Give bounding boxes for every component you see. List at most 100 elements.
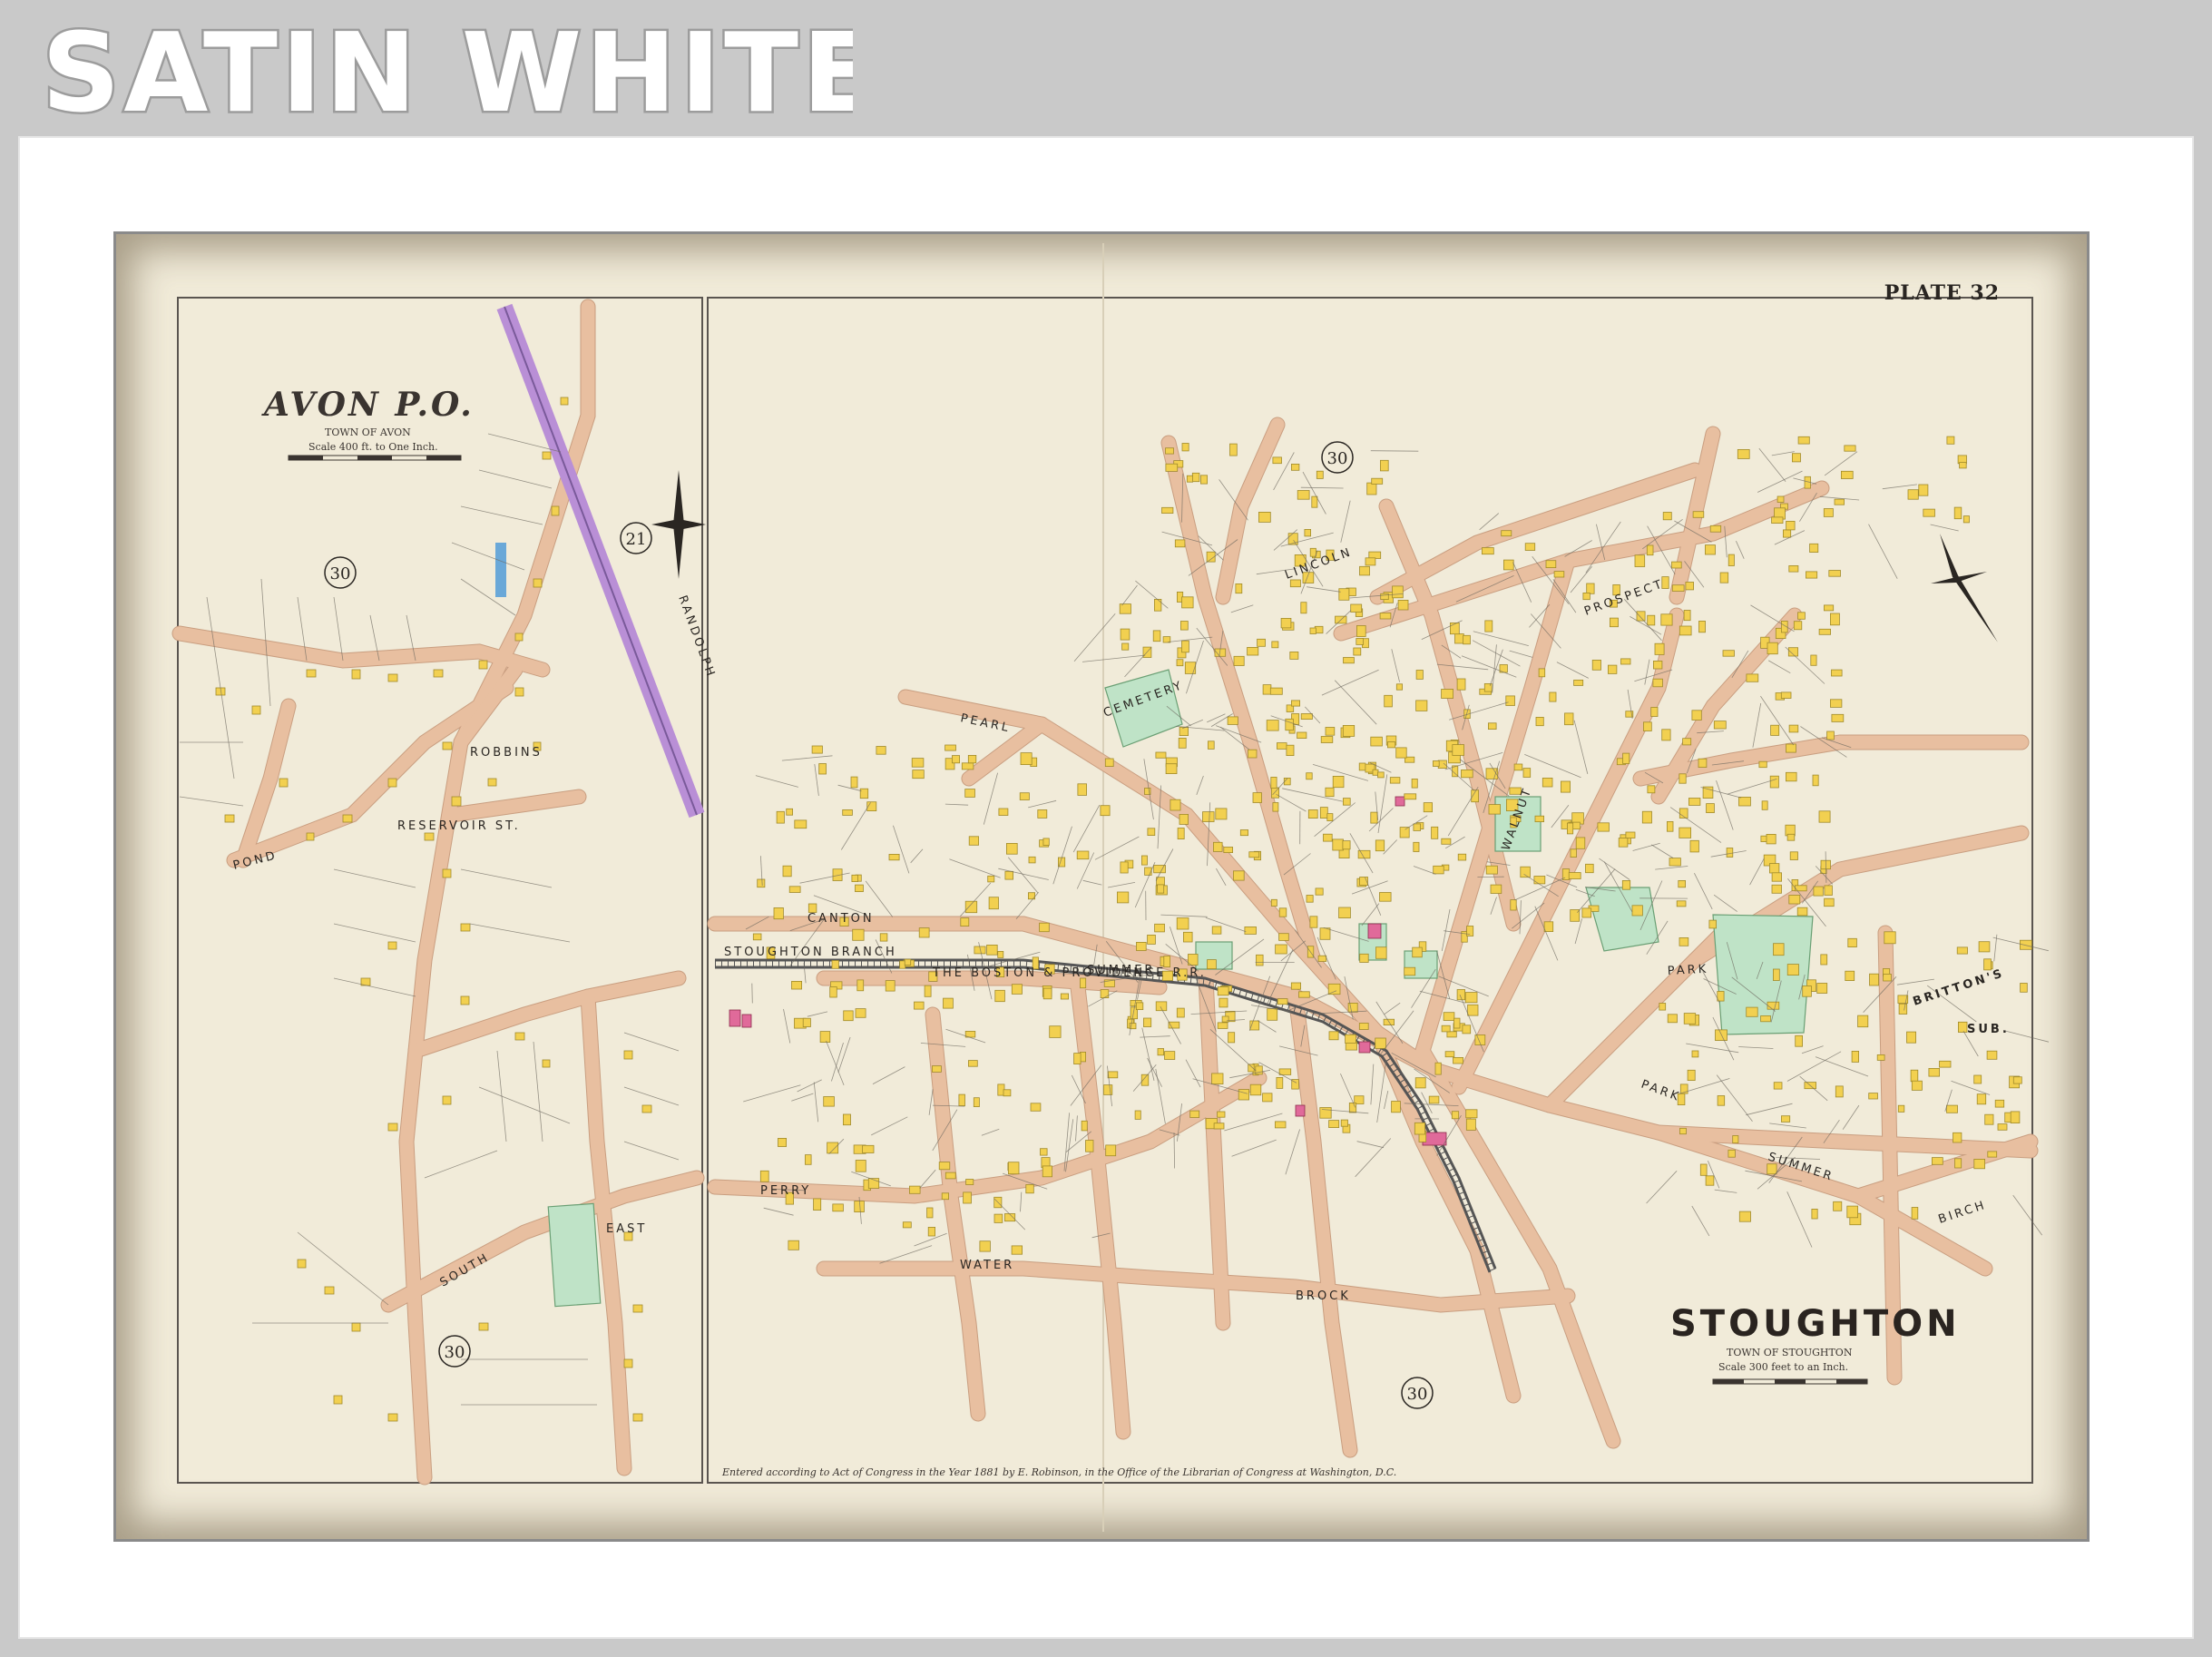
building-marker [827, 1142, 839, 1154]
lot-line [1771, 451, 1795, 456]
lot-line [1785, 646, 1825, 684]
building-marker [997, 951, 1004, 958]
building-marker [1147, 935, 1156, 945]
building-marker [1653, 660, 1663, 670]
lot-line [791, 1093, 814, 1102]
banner-logo: SATIN WHITE [40, 9, 879, 140]
building-marker [1252, 792, 1262, 803]
building-marker [1076, 850, 1090, 860]
building-marker [1831, 713, 1845, 722]
building-marker [888, 854, 900, 861]
building-marker [1285, 718, 1294, 731]
building-marker [1037, 809, 1048, 819]
building-marker [1671, 584, 1685, 592]
building-marker [1258, 511, 1271, 523]
building-marker [1211, 926, 1222, 935]
building-marker [1270, 898, 1277, 907]
building-marker [1911, 1207, 1919, 1220]
building-marker [1561, 780, 1571, 793]
lot-line [1257, 1020, 1277, 1033]
lot-line [1691, 1205, 1710, 1237]
building-marker [1358, 762, 1366, 771]
map-print[interactable]: AVON P.O. TOWN OF AVON Scale 400 ft. to … [116, 234, 2087, 1539]
building-marker [1104, 758, 1114, 768]
building-marker [1328, 1031, 1339, 1041]
building-marker [1564, 712, 1574, 726]
building-marker [1830, 613, 1840, 626]
building-marker [1170, 799, 1181, 811]
building-marker [1698, 620, 1706, 633]
building-marker [1826, 730, 1835, 740]
building-marker [1309, 547, 1316, 557]
building-marker [1450, 622, 1460, 635]
building-marker [912, 770, 925, 779]
building-marker [1834, 498, 1845, 505]
building-marker [1387, 741, 1396, 749]
building-marker [782, 865, 792, 878]
building-marker [778, 1138, 788, 1147]
building-marker [902, 1221, 912, 1229]
building-marker [1389, 777, 1401, 784]
building-marker [1553, 571, 1565, 578]
lot-line [1285, 1129, 1300, 1175]
building-marker [1262, 1093, 1273, 1103]
avon-compass-rose [651, 470, 706, 579]
building-marker [1189, 1110, 1200, 1118]
building-marker [1953, 1132, 1962, 1143]
building-marker [1144, 867, 1152, 876]
svg-text:STOUGHTON BRANCH: STOUGHTON BRANCH [724, 946, 897, 959]
building-marker [1176, 659, 1184, 667]
building-marker [1350, 603, 1363, 613]
lot-line [1355, 1138, 1392, 1178]
building-marker [786, 808, 794, 816]
building-marker [1414, 1122, 1425, 1135]
building-marker [964, 789, 975, 798]
building-marker [1812, 774, 1819, 787]
building-marker [1134, 1110, 1141, 1120]
building-marker [1119, 603, 1131, 614]
building-marker [1824, 897, 1835, 907]
building-marker [1298, 991, 1310, 998]
building-marker [1962, 515, 1970, 524]
building-marker [1343, 798, 1351, 806]
lot-line [781, 755, 833, 761]
avon-rail-line [504, 306, 698, 816]
building-marker [1679, 1127, 1687, 1135]
building-marker [1687, 1069, 1696, 1081]
building-marker [958, 1093, 965, 1106]
building-marker [1291, 463, 1300, 471]
building-marker [1343, 657, 1355, 664]
building-marker [1441, 838, 1452, 845]
building-marker [1835, 1085, 1844, 1098]
lot-line [803, 963, 807, 984]
building-marker [1758, 760, 1767, 769]
lot-line [807, 1011, 828, 1017]
lot-line [1842, 1104, 1860, 1130]
building-marker [994, 989, 1005, 1003]
building-marker [1270, 777, 1277, 789]
building-marker [1846, 1205, 1859, 1219]
lot-line [1727, 779, 1777, 795]
lot-line [1377, 774, 1388, 834]
building-marker [1117, 891, 1130, 904]
building-marker [1956, 946, 1968, 955]
building-marker [1143, 1017, 1152, 1027]
building-marker [968, 836, 980, 846]
building-marker [1042, 987, 1052, 1000]
lot-line [1786, 1051, 1842, 1082]
building-marker [788, 886, 801, 893]
building-marker [1366, 482, 1377, 495]
building-marker [1976, 1093, 1987, 1105]
building-marker [1325, 787, 1335, 798]
building-marker [973, 1097, 980, 1108]
building-marker [1073, 1053, 1082, 1064]
building-marker [1766, 834, 1776, 845]
sub-label: SUB. [1967, 1023, 2010, 1036]
building-marker [1567, 822, 1574, 835]
building-marker [1501, 530, 1512, 537]
building-marker [1248, 749, 1258, 759]
building-marker [1726, 848, 1734, 858]
building-marker [1465, 1118, 1476, 1131]
building-marker [1338, 907, 1351, 919]
building-marker [1719, 572, 1729, 583]
